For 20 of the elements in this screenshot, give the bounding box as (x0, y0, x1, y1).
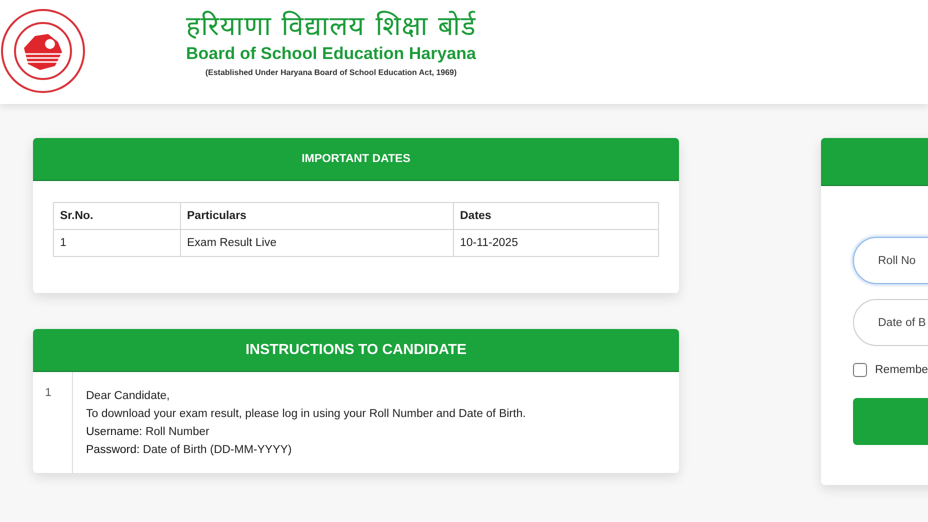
table-cell: Exam Result Live (180, 230, 454, 256)
board-title: Board of School Education Haryana (186, 44, 476, 64)
table-cell: 10-11-2025 (454, 230, 658, 256)
board-title-hindi: हरियाणा विद्यालय शिक्षा बोर्ड (186, 10, 476, 44)
item-number: 1 (33, 372, 73, 473)
input-field[interactable]: Date of B (853, 299, 928, 346)
input-field[interactable]: Roll No (853, 237, 928, 284)
checkbox[interactable] (853, 363, 867, 377)
instruction-text: Username: Roll Number (86, 425, 210, 440)
table-cell: 1 (54, 230, 180, 256)
instruction-text: To download your exam result, please log in using your Roll Number and Date of Birth. (86, 407, 526, 422)
card-heading: INSTRUCTIONS TO CANDIDATE (33, 329, 679, 372)
instruction-text: Dear Candidate, (86, 389, 171, 404)
card-heading: IMPORTANT DATES (33, 138, 679, 181)
column-header: Particulars (180, 202, 454, 230)
board-subtitle: (Established Under Haryana Board of School Education Act, 1969) (205, 68, 457, 77)
checkbox-label: Remembe (875, 364, 928, 376)
column-header: Dates (454, 202, 658, 230)
instruction-text: Password: Date of Birth (DD-MM-YYYY) (86, 443, 293, 458)
column-header: Sr.No. (54, 202, 180, 230)
